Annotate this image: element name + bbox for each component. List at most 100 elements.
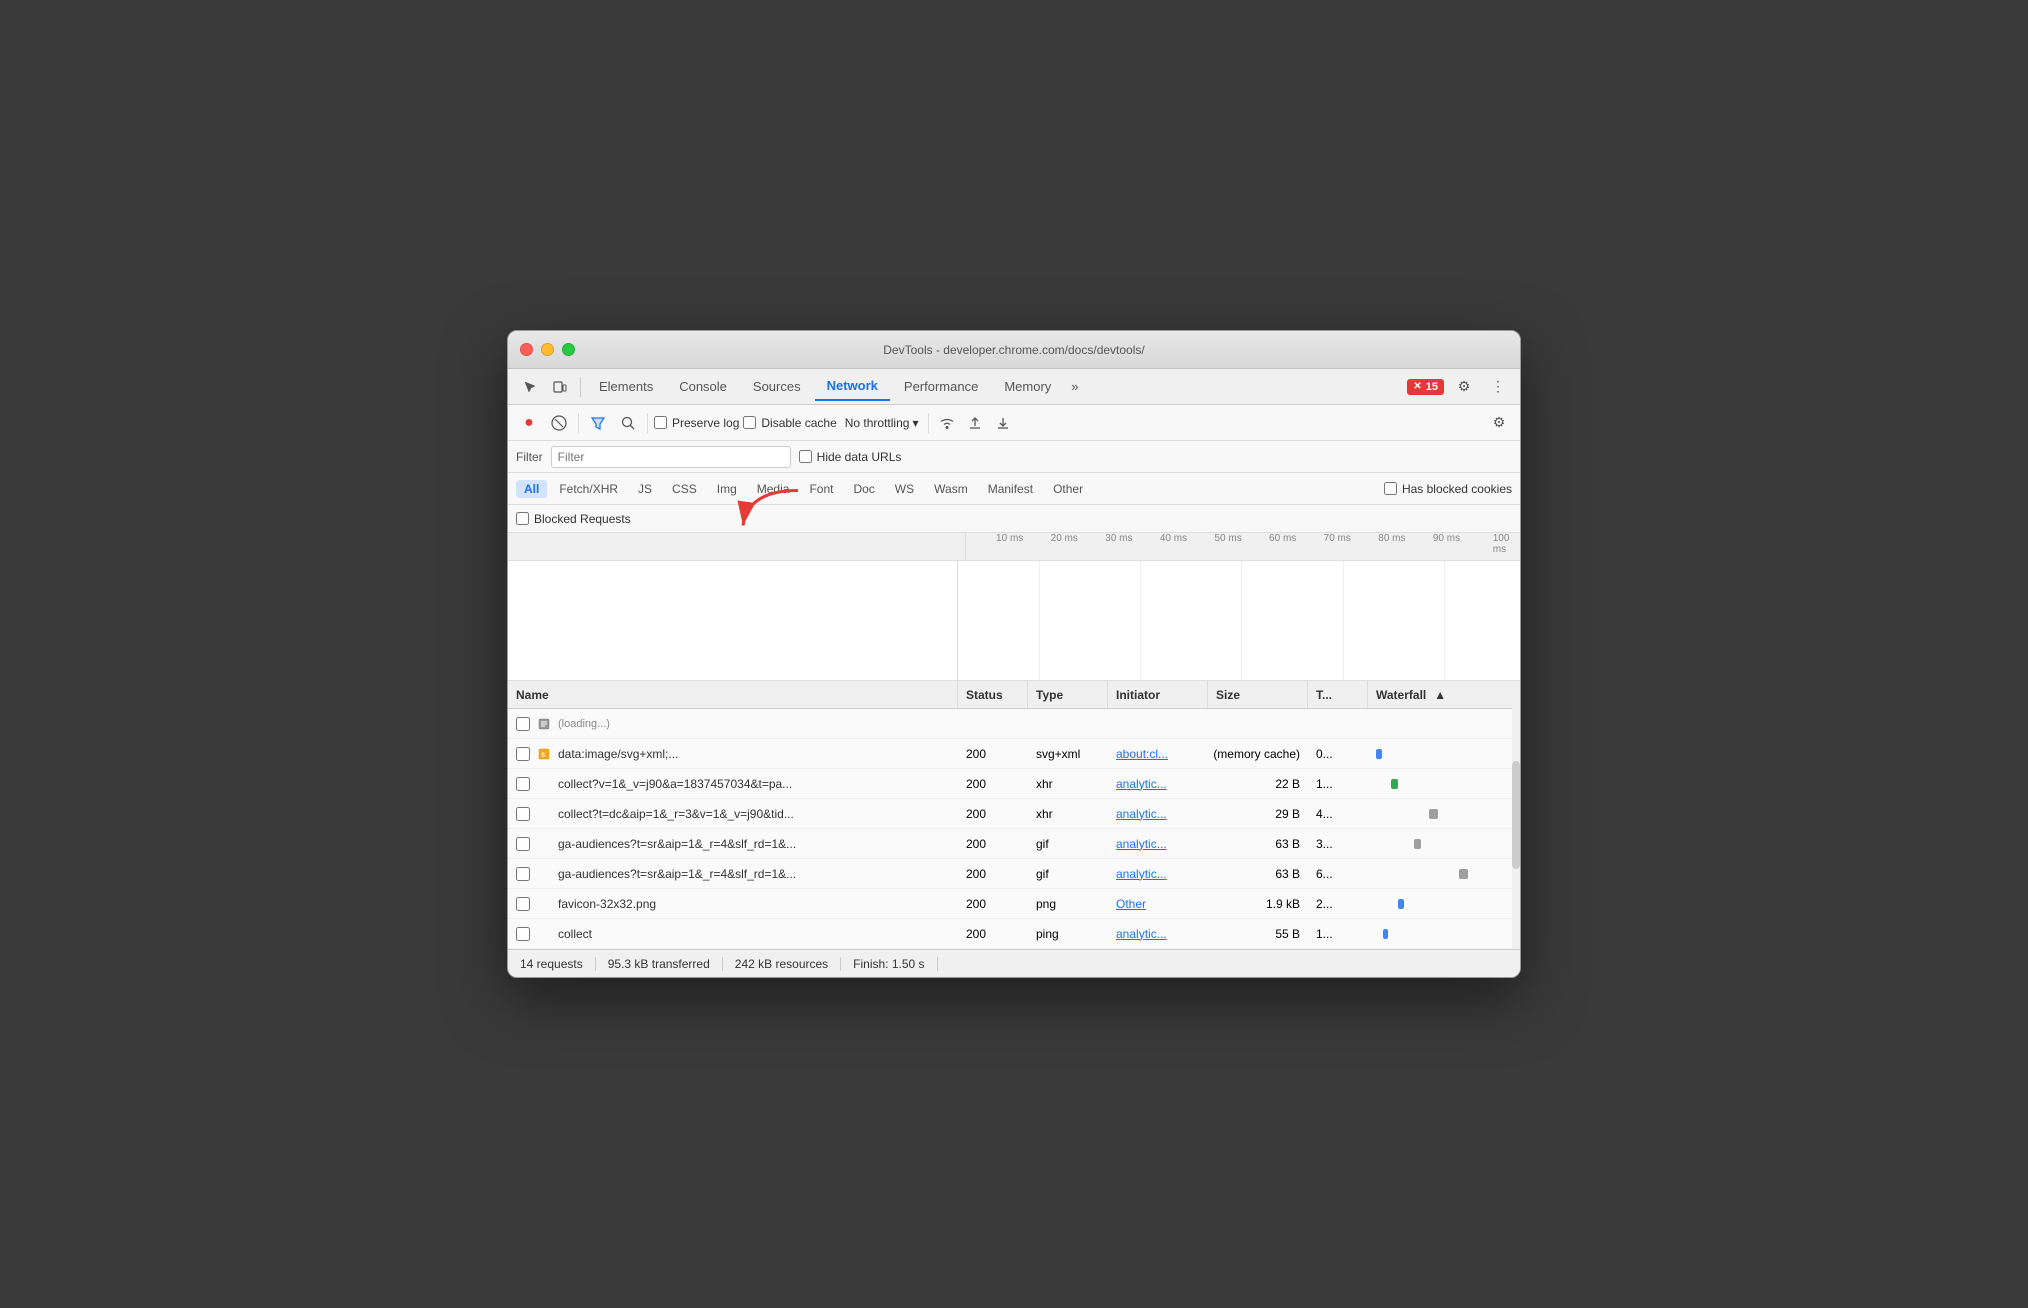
tab-network[interactable]: Network xyxy=(815,372,890,401)
more-tabs-button[interactable]: » xyxy=(1065,375,1084,398)
arrow-indicator xyxy=(728,483,808,548)
table-row[interactable]: ga-audiences?t=sr&aip=1&_r=4&slf_rd=1&..… xyxy=(508,859,1520,889)
row-checkbox-3[interactable] xyxy=(516,807,530,821)
table-row[interactable]: collect?v=1&_v=j90&a=1837457034&t=pa... … xyxy=(508,769,1520,799)
row-checkbox-4[interactable] xyxy=(516,837,530,851)
td-name-6: favicon-32x32.png xyxy=(508,889,958,918)
table-row[interactable]: ga-audiences?t=sr&aip=1&_r=4&slf_rd=1&..… xyxy=(508,829,1520,859)
disable-cache-checkbox[interactable] xyxy=(743,416,756,429)
table-row[interactable]: favicon-32x32.png 200 png Other 1.9 kB 2… xyxy=(508,889,1520,919)
search-button[interactable] xyxy=(615,410,641,436)
has-blocked-cookies-checkbox[interactable] xyxy=(1384,482,1397,495)
th-waterfall[interactable]: Waterfall ▲ xyxy=(1368,681,1520,708)
td-status-0 xyxy=(958,709,1028,738)
tick-100ms: 100 ms xyxy=(1493,533,1510,555)
row-checkbox-2[interactable] xyxy=(516,777,530,791)
td-type-5: gif xyxy=(1028,859,1108,888)
row-name-text-2: collect?v=1&_v=j90&a=1837457034&t=pa... xyxy=(558,777,792,791)
td-size-1: (memory cache) xyxy=(1208,739,1308,768)
cursor-icon[interactable] xyxy=(516,373,544,401)
row-checkbox-6[interactable] xyxy=(516,897,530,911)
row-checkbox-0[interactable] xyxy=(516,717,530,731)
th-name-text: Name xyxy=(516,688,549,702)
type-btn-wasm[interactable]: Wasm xyxy=(926,480,976,498)
td-waterfall-5 xyxy=(1368,859,1520,888)
td-initiator-4[interactable]: analytic... xyxy=(1108,829,1208,858)
row-icon-7 xyxy=(536,926,552,942)
td-type-0 xyxy=(1028,709,1108,738)
th-status[interactable]: Status xyxy=(958,681,1028,708)
upload-icon[interactable] xyxy=(963,411,987,435)
td-initiator-7[interactable]: analytic... xyxy=(1108,919,1208,948)
td-type-2: xhr xyxy=(1028,769,1108,798)
td-time-2: 1... xyxy=(1308,769,1368,798)
row-checkbox-1[interactable] xyxy=(516,747,530,761)
throttling-select[interactable]: No throttling ▾ xyxy=(841,414,923,432)
timeline-header: 10 ms 20 ms 30 ms 40 ms 50 ms 60 ms 70 m… xyxy=(508,533,1520,561)
type-btn-manifest[interactable]: Manifest xyxy=(980,480,1041,498)
row-icon-6 xyxy=(536,896,552,912)
td-waterfall-0 xyxy=(1368,709,1520,738)
tab-elements[interactable]: Elements xyxy=(587,373,665,400)
more-options-button[interactable]: ⋮ xyxy=(1484,373,1512,401)
tab-console[interactable]: Console xyxy=(667,373,739,400)
type-btn-doc[interactable]: Doc xyxy=(845,480,882,498)
th-type[interactable]: Type xyxy=(1028,681,1108,708)
filter-input[interactable] xyxy=(551,446,791,468)
table-row[interactable]: collect 200 ping analytic... 55 B 1... xyxy=(508,919,1520,949)
type-btn-ws[interactable]: WS xyxy=(887,480,922,498)
scrollbar-thumb[interactable] xyxy=(1512,761,1520,868)
table-row[interactable]: (loading...) xyxy=(508,709,1520,739)
tab-memory[interactable]: Memory xyxy=(992,373,1063,400)
record-button[interactable]: ● xyxy=(516,410,542,436)
type-btn-other[interactable]: Other xyxy=(1045,480,1091,498)
type-filters: All Fetch/XHR JS CSS Img Media Font Doc … xyxy=(508,473,1520,505)
filter-button[interactable] xyxy=(585,410,611,436)
type-btn-js[interactable]: JS xyxy=(630,480,660,498)
tab-performance[interactable]: Performance xyxy=(892,373,990,400)
td-initiator-6: Other xyxy=(1108,889,1208,918)
clear-button[interactable] xyxy=(546,410,572,436)
maximize-button[interactable] xyxy=(562,343,575,356)
table-row[interactable]: S data:image/svg+xml;... 200 svg+xml abo… xyxy=(508,739,1520,769)
th-time[interactable]: T... xyxy=(1308,681,1368,708)
close-button[interactable] xyxy=(520,343,533,356)
td-initiator-2[interactable]: analytic... xyxy=(1108,769,1208,798)
preserve-log-checkbox[interactable] xyxy=(654,416,667,429)
th-type-text: Type xyxy=(1036,688,1063,702)
has-blocked-cookies-label[interactable]: Has blocked cookies xyxy=(1384,482,1512,496)
hide-data-urls-label[interactable]: Hide data URLs xyxy=(799,450,902,464)
td-initiator-1[interactable]: about:cl... xyxy=(1108,739,1208,768)
table-row[interactable]: collect?t=dc&aip=1&_r=3&v=1&_v=j90&tid..… xyxy=(508,799,1520,829)
type-btn-css[interactable]: CSS xyxy=(664,480,705,498)
row-checkbox-7[interactable] xyxy=(516,927,530,941)
td-initiator-5[interactable]: analytic... xyxy=(1108,859,1208,888)
type-btn-all[interactable]: All xyxy=(516,480,547,498)
minimize-button[interactable] xyxy=(541,343,554,356)
hide-data-urls-checkbox[interactable] xyxy=(799,450,812,463)
th-size[interactable]: Size xyxy=(1208,681,1308,708)
tab-sources[interactable]: Sources xyxy=(741,373,813,400)
wifi-icon[interactable] xyxy=(935,411,959,435)
download-icon[interactable] xyxy=(991,411,1015,435)
td-type-6: png xyxy=(1028,889,1108,918)
device-toolbar-icon[interactable] xyxy=(546,373,574,401)
td-initiator-3[interactable]: analytic... xyxy=(1108,799,1208,828)
preserve-log-label[interactable]: Preserve log xyxy=(654,416,739,430)
grid-line-5 xyxy=(1444,561,1445,680)
th-initiator[interactable]: Initiator xyxy=(1108,681,1208,708)
type-btn-fetch-xhr[interactable]: Fetch/XHR xyxy=(551,480,626,498)
disable-cache-label[interactable]: Disable cache xyxy=(743,416,836,430)
network-settings-button[interactable]: ⚙ xyxy=(1486,410,1512,436)
tick-20ms: 20 ms xyxy=(1051,533,1078,544)
row-name-text-7: collect xyxy=(558,927,592,941)
settings-button[interactable]: ⚙ xyxy=(1450,373,1478,401)
th-name[interactable]: Name xyxy=(508,681,958,708)
th-size-text: Size xyxy=(1216,688,1240,702)
blocked-requests-checkbox[interactable] xyxy=(516,512,529,525)
td-time-6: 2... xyxy=(1308,889,1368,918)
error-badge[interactable]: ✕ 15 xyxy=(1407,379,1444,395)
row-checkbox-5[interactable] xyxy=(516,867,530,881)
row-icon-4 xyxy=(536,836,552,852)
row-icon-2 xyxy=(536,776,552,792)
